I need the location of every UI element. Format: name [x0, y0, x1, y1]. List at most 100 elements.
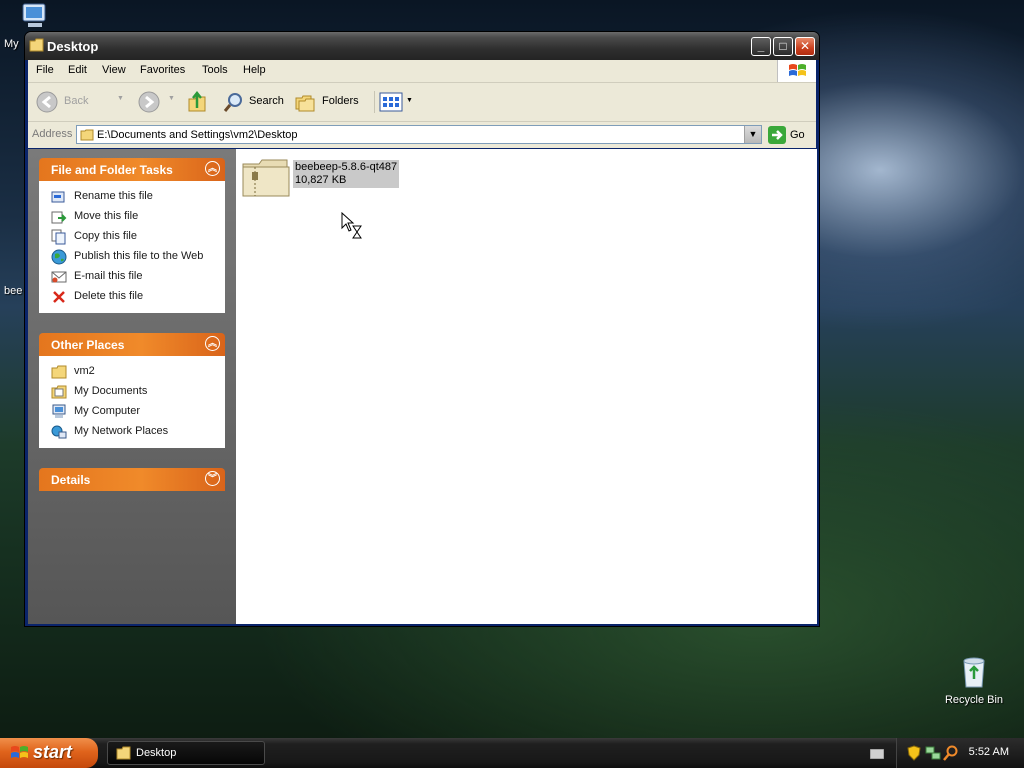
- file-folder-tasks-panel: File and Folder Tasks ︽ Rename this file…: [39, 158, 225, 313]
- network-connection-icon[interactable]: [925, 745, 941, 761]
- place-my-network-places[interactable]: My Network Places: [39, 422, 225, 442]
- file-folder-tasks-list: Rename this file Move this file Copy thi…: [39, 181, 225, 313]
- menu-help[interactable]: Help: [243, 64, 266, 76]
- search-icon: [223, 93, 242, 112]
- network-icon: [51, 425, 67, 439]
- forward-button[interactable]: [138, 91, 164, 113]
- views-button[interactable]: ▼: [374, 91, 413, 113]
- search-label: Search: [249, 95, 284, 107]
- up-folder-button[interactable]: [186, 90, 210, 113]
- task-rename-file[interactable]: Rename this file: [39, 187, 225, 207]
- place-label: vm2: [74, 365, 95, 377]
- task-publish-web[interactable]: Publish this file to the Web: [39, 247, 225, 267]
- task-email-file[interactable]: E-mail this file: [39, 267, 225, 287]
- back-arrow-icon: [36, 91, 58, 113]
- title-bar[interactable]: Desktop _ □ ✕: [25, 32, 819, 60]
- other-places-panel: Other Places ︽ vm2 My Documents My Compu…: [39, 333, 225, 448]
- place-my-computer[interactable]: My Computer: [39, 402, 225, 422]
- menu-bar: File Edit View Favorites Tools Help: [28, 60, 816, 83]
- task-label: Copy this file: [74, 230, 137, 242]
- windows-flag-icon: [11, 746, 28, 758]
- move-icon: [51, 211, 67, 224]
- file-item-beebeep[interactable]: beebeep-5.8.6-qt487 10,827 KB: [241, 158, 411, 202]
- folder-icon: [116, 746, 131, 760]
- clock[interactable]: 5:52 AM: [969, 746, 1009, 758]
- place-vm2[interactable]: vm2: [39, 362, 225, 382]
- views-icon: [379, 92, 403, 112]
- file-folder-tasks-header[interactable]: File and Folder Tasks ︽: [39, 158, 225, 181]
- search-tray-icon[interactable]: [943, 745, 959, 761]
- taskbar-item-desktop[interactable]: Desktop: [107, 741, 265, 765]
- go-button[interactable]: Go: [768, 126, 805, 144]
- collapse-chevron-icon[interactable]: ︽: [205, 161, 220, 176]
- file-list-area[interactable]: beebeep-5.8.6-qt487 10,827 KB: [236, 149, 817, 624]
- task-pane: File and Folder Tasks ︽ Rename this file…: [28, 149, 236, 624]
- details-header[interactable]: Details ︾: [39, 468, 225, 491]
- up-folder-icon: [188, 90, 206, 112]
- task-label: Publish this file to the Web: [74, 250, 204, 262]
- globe-icon: [51, 249, 67, 265]
- address-dropdown-button[interactable]: ▼: [744, 126, 761, 143]
- email-icon: [51, 271, 67, 283]
- go-label: Go: [790, 129, 805, 141]
- minimize-button[interactable]: _: [751, 37, 771, 56]
- folder-icon: [80, 129, 94, 141]
- folder-icon: [29, 38, 44, 52]
- menu-view[interactable]: View: [102, 64, 126, 76]
- other-places-title: Other Places: [51, 338, 125, 352]
- folders-button[interactable]: Folders: [294, 91, 364, 113]
- task-label: Move this file: [74, 210, 139, 222]
- file-name: beebeep-5.8.6-qt487: [295, 161, 398, 173]
- file-name-selection: beebeep-5.8.6-qt487 10,827 KB: [293, 160, 400, 188]
- file-size: 10,827 KB: [295, 174, 347, 186]
- system-tray: 5:52 AM: [896, 738, 1024, 768]
- views-dropdown-icon: ▼: [406, 97, 413, 104]
- window-title: Desktop: [47, 39, 99, 54]
- copy-icon: [51, 229, 66, 245]
- details-panel: Details ︾: [39, 468, 225, 491]
- zip-folder-icon: [242, 159, 290, 197]
- expand-chevron-icon[interactable]: ︾: [205, 471, 220, 486]
- maximize-button[interactable]: □: [773, 37, 793, 56]
- start-label: start: [33, 742, 73, 762]
- my-computer-icon: [52, 404, 66, 418]
- my-computer-icon: [22, 3, 46, 27]
- windows-logo: [777, 60, 816, 82]
- security-shield-icon[interactable]: [907, 745, 921, 761]
- desktop-icon-recycle-bin[interactable]: Recycle Bin: [940, 655, 1008, 706]
- folders-label: Folders: [322, 95, 359, 107]
- other-places-header[interactable]: Other Places ︽: [39, 333, 225, 356]
- place-label: My Computer: [74, 405, 141, 417]
- rename-icon: [51, 191, 65, 203]
- task-label: Delete this file: [74, 290, 144, 302]
- close-button[interactable]: ✕: [795, 37, 815, 56]
- address-input[interactable]: E:\Documents and Settings\vm2\Desktop ▼: [76, 125, 762, 144]
- place-my-documents[interactable]: My Documents: [39, 382, 225, 402]
- menu-edit[interactable]: Edit: [68, 64, 87, 76]
- start-button[interactable]: start: [0, 738, 98, 768]
- task-copy-file[interactable]: Copy this file: [39, 227, 225, 247]
- address-bar: Address E:\Documents and Settings\vm2\De…: [28, 122, 816, 148]
- keyboard-icon[interactable]: [870, 749, 884, 759]
- menu-favorites[interactable]: Favorites: [140, 64, 185, 76]
- taskbar: start Desktop 5:52 AM: [0, 738, 1024, 768]
- busy-cursor-icon: [341, 212, 362, 239]
- place-label: My Network Places: [74, 425, 169, 437]
- task-delete-file[interactable]: Delete this file: [39, 287, 225, 307]
- desktop-label-bee: bee: [4, 285, 23, 297]
- search-button[interactable]: Search: [222, 91, 290, 113]
- menu-tools[interactable]: Tools: [202, 64, 228, 76]
- collapse-chevron-icon[interactable]: ︽: [205, 336, 220, 351]
- details-title: Details: [51, 473, 91, 487]
- back-button[interactable]: Back: [36, 91, 106, 113]
- my-documents-icon: [51, 385, 67, 399]
- place-label: My Documents: [74, 385, 148, 397]
- menu-file[interactable]: File: [36, 64, 54, 76]
- back-dropdown-icon[interactable]: ▼: [117, 95, 124, 117]
- desktop-label-my: My: [4, 38, 19, 50]
- task-label: Rename this file: [74, 190, 153, 202]
- forward-dropdown-icon[interactable]: ▼: [168, 95, 175, 117]
- task-move-file[interactable]: Move this file: [39, 207, 225, 227]
- back-label: Back: [64, 95, 89, 107]
- toolbar: Back ▼ ▼ Search Folders ▼: [28, 83, 816, 122]
